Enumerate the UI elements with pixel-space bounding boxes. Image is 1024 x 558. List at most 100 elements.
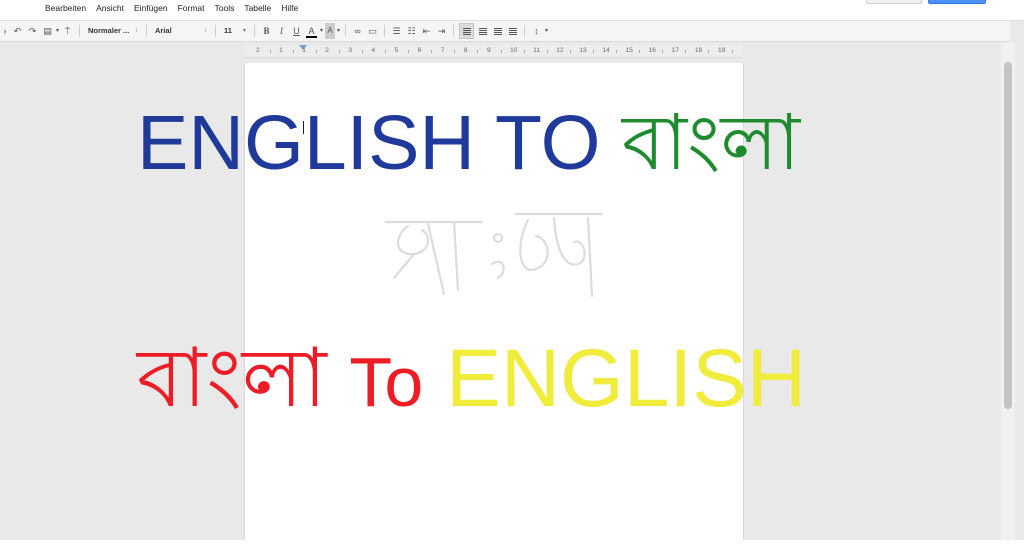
ruler-number: 17	[671, 47, 680, 54]
redo-icon[interactable]: ↷	[26, 23, 39, 39]
ruler-number: 9	[487, 47, 491, 54]
increase-indent-icon[interactable]: ⇥	[435, 23, 448, 39]
decrease-indent-icon[interactable]: ⇤	[420, 23, 433, 39]
bulleted-list-icon[interactable]: ☷	[405, 23, 418, 39]
ruler-number: 14	[602, 47, 610, 54]
ruler-tick	[385, 50, 387, 53]
ruler-tick	[338, 50, 340, 53]
menu-tabelle[interactable]: Tabelle	[239, 2, 276, 14]
numbered-list-icon[interactable]: ☰	[390, 23, 403, 39]
ruler-tick	[639, 50, 641, 53]
toolbar-divider	[79, 25, 81, 37]
horizontal-ruler[interactable]: 2 1 1 2 3 4 5 6 7 8 9 10 11 12 13 14 15 16 17 18 19	[244, 45, 742, 58]
ruler-number: 1	[302, 47, 306, 54]
ruler-tick	[408, 50, 410, 53]
chevron-down-icon: ▾	[243, 28, 247, 34]
text-cursor	[303, 121, 304, 134]
font-size-value: 11	[224, 26, 232, 35]
share-button[interactable]	[928, 0, 986, 4]
ruler-number: 2	[325, 47, 329, 54]
bold-button[interactable]: B	[260, 23, 273, 39]
ruler-number: 7	[440, 47, 445, 54]
ruler-number: 2	[256, 47, 260, 54]
ruler-number: 3	[348, 47, 353, 54]
chevron-updown-icon: ↕	[135, 28, 139, 34]
title-english-yellow-text: ENGLISH	[446, 333, 807, 424]
comment-icon[interactable]: ▭	[366, 23, 379, 39]
menu-bar: Bearbeiten Ansicht Einfügen Format Tools…	[40, 2, 303, 14]
ruler-number: 13	[579, 47, 587, 54]
menu-format[interactable]: Format	[173, 2, 210, 14]
title-to-text: To	[349, 343, 424, 421]
toolbar-divider	[345, 25, 347, 37]
link-icon[interactable]: ∞	[351, 23, 364, 39]
toolbar-divider	[215, 25, 217, 37]
paragraph-style-dropdown[interactable]: Normaler ... ↕	[85, 23, 141, 39]
ruler-tick	[523, 50, 525, 53]
toolbar-divider	[254, 25, 256, 37]
print-edge-icon[interactable]: ›	[1, 23, 9, 39]
ruler-tick	[292, 50, 294, 53]
ruler-tick	[592, 50, 594, 53]
title-bangla-red-text: বাংলা	[137, 331, 327, 426]
ruler-tick	[361, 50, 363, 53]
comments-button[interactable]	[866, 0, 922, 4]
ruler-tick	[500, 50, 502, 53]
font-size-dropdown[interactable]: 11 ▾	[221, 23, 249, 39]
font-value: Arial	[155, 26, 172, 35]
align-right-icon[interactable]	[491, 23, 504, 39]
title-bangla-text: বাংলা	[622, 99, 801, 188]
ruler-tick	[731, 50, 733, 53]
align-left-icon[interactable]	[459, 23, 475, 39]
align-center-icon[interactable]	[476, 23, 489, 39]
ruler-tick	[708, 50, 710, 53]
ruler-number: 16	[648, 47, 656, 54]
print-icon[interactable]: ▤	[41, 23, 54, 39]
ruler-number: 8	[463, 47, 468, 54]
title-bangla-to-english: বাংলা To ENGLISH	[137, 338, 806, 420]
ruler-number: 19	[718, 47, 726, 54]
ruler-number: 18	[694, 47, 703, 54]
font-dropdown[interactable]: Arial ↕	[152, 23, 210, 39]
menu-tools[interactable]: Tools	[209, 2, 239, 14]
scrollbar-thumb[interactable]	[1004, 62, 1012, 409]
ruler-tick	[685, 50, 687, 53]
ruler-tick	[454, 50, 456, 53]
menu-einfuegen[interactable]: Einfügen	[129, 2, 173, 14]
menu-bar-area: Bearbeiten Ansicht Einfügen Format Tools…	[0, 0, 1024, 21]
chevron-updown-icon: ↕	[204, 28, 208, 34]
menu-bearbeiten[interactable]: Bearbeiten	[40, 2, 91, 14]
toolbar-divider	[453, 25, 455, 37]
formatting-toolbar: › ↶ ↷ ▤ ▾ ⍑ Normaler ... ↕ Arial ↕ 11 ▾ …	[0, 21, 1010, 42]
menu-hilfe[interactable]: Hilfe	[276, 2, 303, 14]
italic-button[interactable]: I	[275, 23, 288, 39]
paragraph-style-value: Normaler ...	[88, 26, 130, 35]
ruler-tick	[546, 50, 548, 53]
ruler-tick	[616, 50, 618, 53]
highlight-color-button[interactable]: A	[325, 23, 336, 39]
paint-format-icon[interactable]: ⍑	[61, 23, 74, 39]
handwritten-bangla-watermark	[384, 212, 604, 298]
toolbar-divider	[146, 25, 148, 37]
ruler-tick	[569, 50, 571, 53]
ruler-tick	[477, 50, 479, 53]
undo-icon[interactable]: ↶	[11, 23, 24, 39]
line-spacing-chevron-icon[interactable]: ▾	[545, 23, 548, 39]
text-color-chevron-icon[interactable]: ▾	[320, 23, 323, 39]
line-spacing-icon[interactable]: ↕	[530, 23, 543, 39]
ruler-tick	[269, 50, 271, 53]
zoom-dropdown-arrow-icon[interactable]: ▾	[56, 23, 59, 39]
highlight-chevron-icon[interactable]: ▾	[337, 23, 340, 39]
justify-icon[interactable]	[506, 23, 519, 39]
menu-ansicht[interactable]: Ansicht	[91, 2, 129, 14]
ruler-number: 12	[556, 47, 564, 54]
ruler-number: 1	[279, 47, 283, 54]
ruler-tick	[315, 50, 317, 53]
ruler-number: 5	[394, 47, 399, 54]
ruler-number: 6	[417, 47, 422, 54]
ruler-number: 4	[371, 47, 376, 54]
title-english-to-text: ENGLISH TO	[137, 100, 601, 186]
toolbar-divider	[524, 25, 526, 37]
text-color-button[interactable]: A	[305, 23, 318, 39]
underline-button[interactable]: U	[290, 23, 303, 39]
